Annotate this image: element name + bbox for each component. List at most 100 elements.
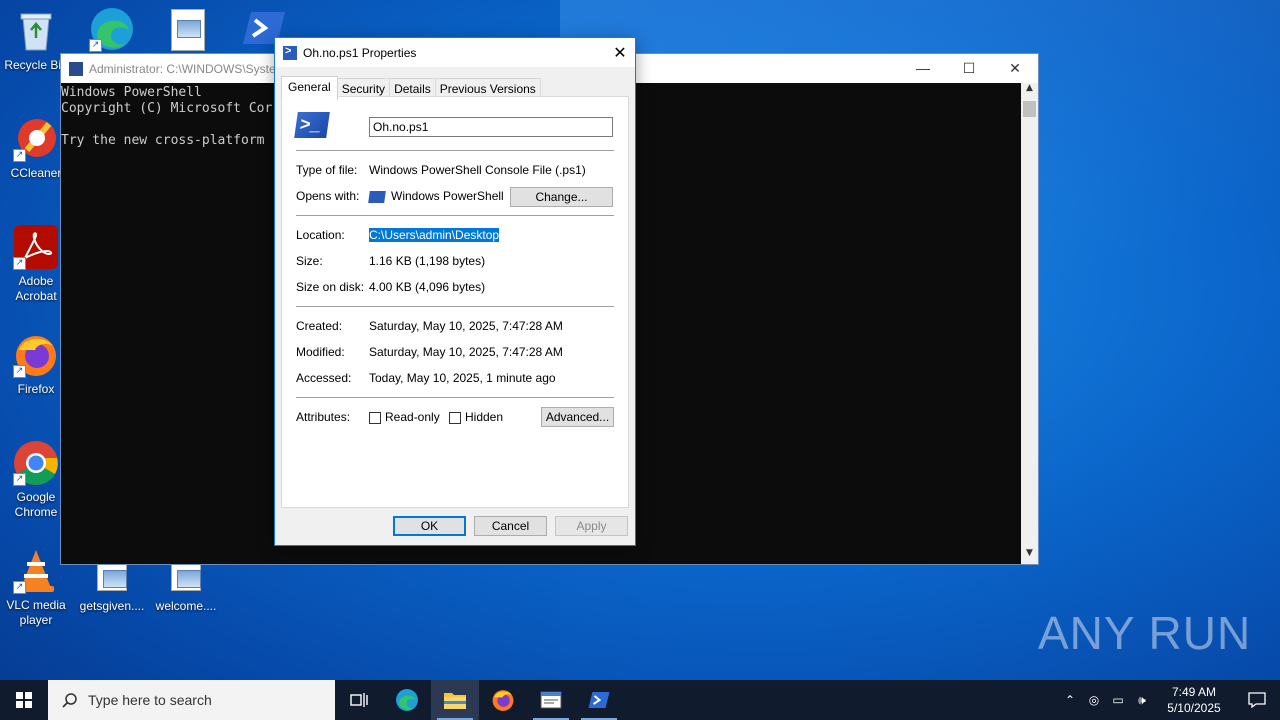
- file-name-input[interactable]: Oh.no.ps1: [369, 117, 613, 137]
- powershell-icon: [69, 61, 83, 76]
- scrollbar-thumb[interactable]: [1023, 101, 1036, 117]
- search-placeholder: Type here to search: [88, 692, 212, 708]
- system-tray: ⌃ ◎ ▭ 🕪 7:49 AM 5/10/2025: [1058, 684, 1280, 716]
- volume-icon[interactable]: 🕪: [1130, 693, 1154, 708]
- shortcut-arrow-icon: ↗: [13, 581, 26, 594]
- tab-general[interactable]: General: [281, 76, 338, 100]
- modified-label: Modified:: [296, 345, 345, 359]
- general-panel: >_ Oh.no.ps1 Type of file: Windows Power…: [281, 96, 629, 508]
- shortcut-arrow-icon: ↗: [13, 365, 26, 378]
- vertical-scrollbar[interactable]: ▲ ▼: [1021, 83, 1038, 564]
- notification-icon: [1248, 692, 1266, 708]
- clock[interactable]: 7:49 AM 5/10/2025: [1154, 684, 1234, 716]
- desktop-icon-label: Google Chrome: [14, 490, 58, 519]
- created-value: Saturday, May 10, 2025, 7:47:28 AM: [369, 319, 563, 333]
- notifications-button[interactable]: [1234, 692, 1280, 708]
- type-value: Windows PowerShell Console File (.ps1): [369, 163, 586, 177]
- edge-icon: ↗: [89, 6, 135, 52]
- size-on-disk-value: 4.00 KB (4,096 bytes): [369, 280, 486, 294]
- maximize-button[interactable]: ☐: [946, 60, 992, 77]
- taskbar-firefox[interactable]: [479, 680, 527, 720]
- opens-with-label: Opens with:: [296, 189, 360, 203]
- dialog-titlebar[interactable]: Oh.no.ps1 Properties ✕: [275, 38, 635, 67]
- chevron-up-icon[interactable]: ⌃: [1058, 693, 1082, 707]
- anyrun-watermark: ANY RUN: [1038, 607, 1252, 659]
- divider: [296, 306, 614, 307]
- powershell-icon: [588, 692, 610, 708]
- firefox-icon: [492, 690, 514, 711]
- desktop-icon-label: VLC media player: [6, 598, 66, 627]
- desktop-icon-label: Adobe Acrobat: [15, 274, 57, 303]
- divider: [296, 215, 614, 216]
- modified-value: Saturday, May 10, 2025, 7:47:28 AM: [369, 345, 563, 359]
- change-button[interactable]: Change...: [510, 187, 613, 207]
- shortcut-arrow-icon: ↗: [89, 39, 102, 52]
- divider: [296, 397, 614, 398]
- search-box[interactable]: Type here to search: [48, 680, 335, 720]
- shortcut-arrow-icon: ↗: [13, 257, 26, 270]
- firefox-icon: ↗: [13, 332, 59, 378]
- location-value[interactable]: C:\Users\admin\Desktop: [369, 228, 500, 242]
- cancel-button[interactable]: Cancel: [474, 516, 547, 536]
- shortcut-arrow-icon: ↗: [13, 473, 26, 486]
- clock-date: 5/10/2025: [1167, 701, 1221, 715]
- clock-time: 7:49 AM: [1171, 685, 1217, 699]
- windows-logo-icon: [16, 692, 32, 708]
- advanced-button[interactable]: Advanced...: [541, 407, 614, 427]
- created-label: Created:: [296, 319, 343, 333]
- readonly-checkbox[interactable]: [369, 411, 381, 424]
- accessed-value: Today, May 10, 2025, 1 minute ago: [369, 371, 556, 385]
- acrobat-icon: ↗: [13, 224, 59, 270]
- hidden-label: Hidden: [465, 410, 504, 424]
- dialog-title: Oh.no.ps1 Properties: [303, 45, 417, 60]
- window-title: Administrator: C:\WINDOWS\Syste: [89, 61, 276, 76]
- scroll-up-icon[interactable]: ▲: [1021, 83, 1038, 99]
- accessed-label: Accessed:: [296, 371, 352, 385]
- task-view-icon: [350, 693, 368, 707]
- type-label: Type of file:: [296, 163, 358, 177]
- powershell-small-icon: [368, 190, 386, 203]
- ok-button[interactable]: OK: [393, 516, 466, 536]
- recycle-bin-icon: [13, 8, 59, 54]
- taskbar-powershell[interactable]: [575, 680, 623, 720]
- start-button[interactable]: [0, 680, 48, 720]
- taskbar-app[interactable]: [527, 680, 575, 720]
- meet-now-icon[interactable]: ◎: [1082, 693, 1106, 707]
- task-view-button[interactable]: [335, 680, 383, 720]
- desktop-icon-edge[interactable]: ↗: [76, 6, 148, 56]
- opens-with-app: Windows PowerShell: [391, 189, 504, 203]
- shortcut-arrow-icon: ↗: [13, 149, 26, 162]
- edge-icon: [396, 689, 418, 711]
- size-on-disk-label: Size on disk:: [296, 280, 365, 294]
- image-file-icon: [165, 9, 211, 55]
- taskbar: Type here to search ⌃ ◎ ▭ 🕪 7:49 AM 5/10…: [0, 680, 1280, 720]
- properties-dialog[interactable]: Oh.no.ps1 Properties ✕ General Security …: [274, 37, 636, 546]
- close-button[interactable]: ✕: [992, 60, 1038, 77]
- readonly-checkbox-group[interactable]: Read-only: [369, 410, 440, 424]
- notepad-icon: [540, 691, 562, 709]
- vlc-icon: ↗: [13, 548, 59, 594]
- size-value: 1.16 KB (1,198 bytes): [369, 254, 486, 268]
- hidden-checkbox-group[interactable]: Hidden: [449, 410, 503, 424]
- taskbar-edge[interactable]: [383, 680, 431, 720]
- chrome-icon: ↗: [13, 440, 59, 486]
- search-icon: [62, 692, 78, 708]
- ccleaner-icon: ↗: [13, 116, 59, 162]
- powershell-icon: [283, 45, 297, 60]
- powershell-file-icon: >_: [294, 112, 330, 138]
- desktop-icon-label: getsgiven....: [79, 599, 145, 613]
- desktop-icon-image-file[interactable]: [152, 6, 224, 59]
- desktop-icon-label: welcome....: [155, 599, 217, 613]
- scroll-down-icon[interactable]: ▼: [1021, 548, 1038, 564]
- readonly-label: Read-only: [385, 410, 440, 424]
- opens-with-value: Windows PowerShell: [368, 189, 504, 203]
- size-label: Size:: [296, 254, 323, 268]
- folder-icon: [444, 693, 466, 709]
- network-icon[interactable]: ▭: [1106, 693, 1130, 707]
- hidden-checkbox[interactable]: [449, 411, 461, 424]
- close-icon[interactable]: ✕: [605, 43, 635, 63]
- apply-button[interactable]: Apply: [555, 516, 628, 536]
- location-label: Location:: [296, 228, 345, 242]
- minimize-button[interactable]: —: [900, 60, 946, 77]
- taskbar-file-explorer[interactable]: [431, 680, 479, 720]
